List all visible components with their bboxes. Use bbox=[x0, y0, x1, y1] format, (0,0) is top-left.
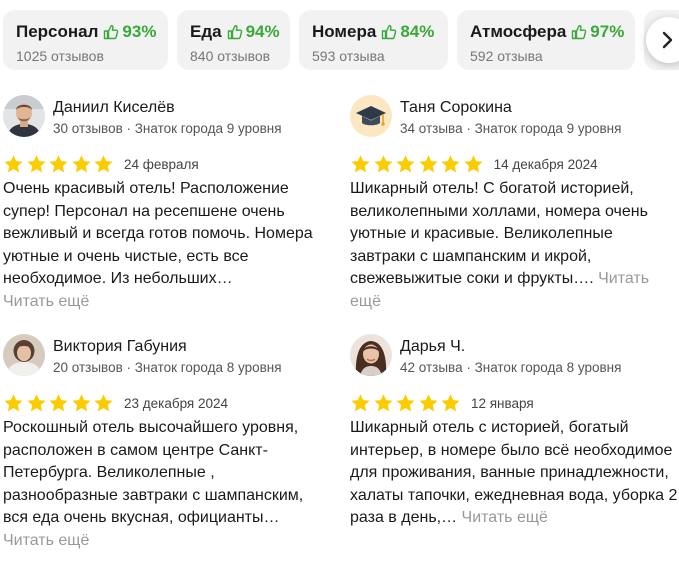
author-meta: 42 отзыва · Знаток города 8 уровня bbox=[400, 360, 622, 375]
read-more-link[interactable]: Читать ещё bbox=[3, 293, 89, 310]
star-icon bbox=[94, 154, 113, 172]
avatar[interactable] bbox=[3, 334, 45, 376]
star-icon bbox=[94, 393, 113, 411]
review-body: Очень красивый отель! Расположение супер… bbox=[3, 180, 313, 288]
aspect-name: Еда bbox=[190, 22, 222, 41]
star-icon bbox=[396, 154, 415, 172]
aspect-percent: 84% bbox=[400, 22, 435, 41]
author-meta: 20 отзывов · Знаток города 8 уровня bbox=[53, 360, 282, 375]
aspect-review-count: 593 отзыва bbox=[312, 48, 385, 64]
author-name[interactable]: Таня Сорокина bbox=[400, 99, 512, 117]
user-photo-avatar bbox=[3, 334, 45, 376]
star-icon bbox=[49, 154, 68, 172]
aspect-name: Персонал bbox=[16, 22, 99, 41]
graduation-cap-avatar bbox=[350, 95, 392, 137]
avatar[interactable] bbox=[3, 95, 45, 137]
aspect-chips-row: Персонал 93% 1025 отзывов Еда 94% 840 от… bbox=[3, 10, 679, 70]
avatar[interactable] bbox=[350, 95, 392, 137]
aspect-percent: 93% bbox=[122, 22, 157, 41]
read-more-link[interactable]: Читать ещё bbox=[462, 509, 548, 526]
star-icon bbox=[441, 393, 460, 411]
review-date: 12 января bbox=[470, 395, 534, 411]
rating-stars: 12 января bbox=[350, 392, 534, 414]
star-icon bbox=[374, 393, 393, 411]
review-text: Очень красивый отель! Расположение супер… bbox=[3, 178, 331, 314]
star-icon bbox=[351, 393, 370, 411]
review-card: Даниил Киселёв 30 отзывов · Знаток город… bbox=[3, 95, 333, 315]
star-icon bbox=[396, 393, 415, 411]
aspect-percent: 97% bbox=[590, 22, 625, 41]
author-name[interactable]: Даниил Киселёв bbox=[53, 99, 175, 117]
read-more-link[interactable]: Читать ещё bbox=[3, 532, 89, 549]
aspect-review-count: 1025 отзывов bbox=[16, 48, 104, 64]
review-body: Роскошный отель высочайшего уровня, расп… bbox=[3, 419, 304, 527]
star-icon bbox=[72, 393, 91, 411]
avatar[interactable] bbox=[350, 334, 392, 376]
star-icon bbox=[4, 154, 23, 172]
author-name[interactable]: Виктория Габуния bbox=[53, 338, 187, 356]
aspect-percent: 94% bbox=[245, 22, 280, 41]
user-photo-avatar bbox=[350, 334, 392, 376]
star-icon bbox=[374, 154, 393, 172]
aspect-name: Атмосфера bbox=[470, 22, 567, 41]
rating-stars: 24 февраля bbox=[3, 153, 199, 175]
thumbs-up-icon bbox=[227, 24, 242, 40]
star-icon bbox=[4, 393, 23, 411]
star-icon bbox=[419, 393, 438, 411]
review-text: Роскошный отель высочайшего уровня, расп… bbox=[3, 417, 331, 553]
star-icon bbox=[49, 393, 68, 411]
review-card: Таня Сорокина 34 отзыва · Знаток города … bbox=[350, 95, 679, 315]
review-text: Шикарный отель! С богатой историей, вели… bbox=[350, 178, 678, 314]
thumbs-up-icon bbox=[104, 24, 119, 40]
chevron-right-icon bbox=[662, 31, 673, 49]
star-icon bbox=[441, 154, 460, 172]
aspect-review-count: 840 отзывов bbox=[190, 48, 271, 64]
rating-stars: 23 декабря 2024 bbox=[3, 392, 228, 414]
aspect-chip-staff[interactable]: Персонал 93% 1025 отзывов bbox=[3, 10, 168, 70]
review-date: 24 февраля bbox=[123, 156, 199, 172]
user-photo-avatar bbox=[3, 95, 45, 137]
star-icon bbox=[419, 154, 438, 172]
star-icon bbox=[72, 154, 91, 172]
author-meta: 30 отзывов · Знаток города 9 уровня bbox=[53, 121, 282, 136]
aspect-chip-food[interactable]: Еда 94% 840 отзывов bbox=[177, 10, 290, 70]
thumbs-up-icon bbox=[572, 24, 587, 40]
aspect-chip-atmosphere[interactable]: Атмосфера 97% 592 отзыва bbox=[457, 10, 635, 70]
review-text: Шикарный отель с историей, богатый интер… bbox=[350, 417, 678, 530]
review-card: Дарья Ч. 42 отзыва · Знаток города 8 уро… bbox=[350, 334, 679, 559]
star-icon bbox=[27, 393, 46, 411]
review-date: 14 декабря 2024 bbox=[493, 156, 598, 172]
star-icon bbox=[351, 154, 370, 172]
thumbs-up-icon bbox=[382, 24, 397, 40]
author-name[interactable]: Дарья Ч. bbox=[400, 338, 465, 356]
review-date: 23 декабря 2024 bbox=[123, 395, 229, 411]
author-meta: 34 отзыва · Знаток города 9 уровня bbox=[400, 121, 622, 136]
aspect-chip-rooms[interactable]: Номера 84% 593 отзыва bbox=[299, 10, 448, 70]
rating-stars: 14 декабря 2024 bbox=[350, 153, 598, 175]
aspect-name: Номера bbox=[312, 22, 377, 41]
aspect-review-count: 592 отзыва bbox=[470, 48, 543, 64]
star-icon bbox=[27, 154, 46, 172]
review-card: Виктория Габуния 20 отзывов · Знаток гор… bbox=[3, 334, 333, 559]
star-icon bbox=[464, 154, 483, 172]
